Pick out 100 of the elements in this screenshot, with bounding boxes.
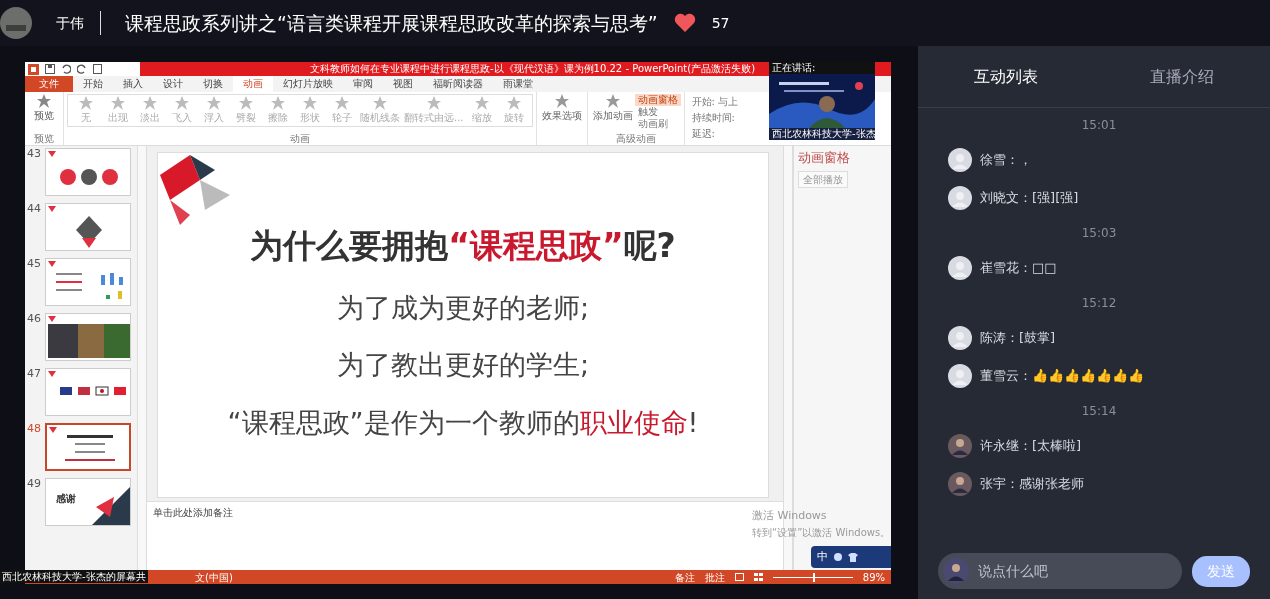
chat-message: 张宇：感谢张老师	[980, 475, 1084, 494]
star-icon	[207, 96, 221, 110]
chat-message: 刘晓文：[强][强]	[980, 189, 1079, 208]
chat-message: 许永继：[太棒啦]	[980, 437, 1082, 456]
timestamp: 15:01	[1080, 117, 1118, 134]
timestamp: 15:14	[1080, 403, 1118, 420]
group-label: 预览	[33, 133, 55, 145]
slide-text: “课程思政”是作为一个教师的职业使命!	[227, 405, 699, 440]
input-method-bar[interactable]: 中	[811, 546, 891, 568]
notes-button[interactable]: 备注	[674, 569, 695, 584]
speaker-name: 西北农林科技大学-张杰	[769, 128, 875, 140]
ribbon-button[interactable]: 动画窗格	[634, 94, 681, 106]
slide-number: 45	[26, 258, 41, 272]
star-icon	[37, 94, 51, 108]
undo-icon[interactable]	[61, 64, 71, 74]
activation-hint: 转到“设置”以激活 Windows。	[752, 525, 891, 540]
animation-option[interactable]: 劈裂	[230, 96, 262, 125]
scrollbar[interactable]	[137, 146, 147, 570]
grid-icon[interactable]	[753, 573, 763, 581]
group-label: 动画	[288, 133, 311, 145]
triangle-drawing	[92, 487, 130, 525]
notes-placeholder[interactable]: 单击此处添加备注	[153, 507, 233, 518]
timing-option[interactable]: 开始: 与上	[688, 96, 742, 108]
play-all-button[interactable]: 全部播放	[798, 170, 848, 188]
like-count: 57	[711, 13, 730, 33]
ribbon-tab[interactable]: 雨课堂	[493, 76, 543, 92]
timing-option[interactable]: 延迟:	[688, 128, 742, 140]
comments-button[interactable]: 批注	[704, 569, 725, 584]
tab[interactable]: 直播介绍	[1094, 46, 1270, 107]
timing-option[interactable]: 持续时间:	[688, 112, 742, 124]
ribbon-tab[interactable]: 视图	[383, 76, 423, 92]
star-icon	[474, 96, 489, 110]
star-icon	[239, 96, 253, 110]
avatar-icon	[943, 558, 969, 584]
slide-text: 为了教出更好的学生;	[336, 348, 590, 382]
ribbon-tab[interactable]: 插入	[113, 76, 153, 92]
effect-options-button[interactable]: 效果选项	[539, 94, 584, 123]
save-icon[interactable]	[45, 64, 55, 74]
star-icon	[175, 96, 189, 110]
timestamp: 15:12	[1080, 295, 1118, 312]
star-icon	[271, 96, 285, 110]
ribbon-button[interactable]: 动画刷	[634, 118, 681, 130]
slide-text: 为了成为更好的老师;	[336, 290, 590, 325]
slide-title: 感谢	[56, 492, 76, 506]
file-menu[interactable]: 文件	[25, 76, 73, 92]
star-icon	[303, 96, 317, 110]
ribbon-tab[interactable]: 福昕阅读器	[423, 76, 493, 92]
animation-option[interactable]: 浮入	[198, 96, 230, 125]
speaker-label: 正在讲话:	[771, 62, 817, 74]
slide-thumbnail[interactable]	[45, 423, 131, 471]
animation-option[interactable]: 旋转	[497, 96, 530, 125]
powerpoint-icon[interactable]	[28, 63, 39, 75]
slide-number: 44	[26, 203, 41, 217]
animation-option[interactable]: 缩放	[465, 96, 498, 125]
chat-message: 陈涛：[鼓掌]	[980, 329, 1056, 348]
star-icon	[554, 94, 569, 108]
heart-icon[interactable]	[673, 13, 696, 33]
add-animation-button[interactable]: 添加动画	[590, 94, 635, 130]
slide-number: 48	[26, 423, 41, 437]
message-field[interactable]: 说点什么吧	[938, 553, 1182, 589]
ribbon-tab[interactable]: 审阅	[343, 76, 383, 92]
star-icon	[79, 96, 93, 110]
star-icon	[143, 96, 157, 110]
ribbon-tab[interactable]: 开始	[73, 76, 113, 92]
chat-message: 董雪云：👍👍👍👍👍👍👍	[980, 367, 1144, 386]
ime-mode: 中	[817, 548, 828, 565]
stream-title: 课程思政系列讲之“语言类课程开展课程思政改革的探索与思考”	[125, 10, 658, 36]
chat-message: 徐雪：，	[980, 151, 1032, 170]
slide-heading: 为什么要拥抱“课程思政”呢?	[250, 225, 676, 267]
language-status: 文(中国)	[195, 570, 233, 584]
slide-number: 49	[26, 478, 41, 492]
chat-message: 崔雪花：□□	[980, 259, 1057, 278]
view-icon[interactable]	[734, 573, 744, 581]
slide-number: 47	[26, 368, 41, 382]
slide-number: 46	[26, 313, 41, 327]
dot-icon	[834, 553, 842, 561]
animation-option[interactable]: 擦除	[262, 96, 294, 125]
slide-thumbnail[interactable]: 感谢	[45, 478, 131, 526]
redo-icon[interactable]	[77, 64, 87, 74]
star-icon	[506, 96, 521, 110]
ribbon-tab[interactable]: 幻灯片放映	[273, 76, 343, 92]
pane-title: 动画窗格	[798, 149, 851, 167]
star-icon	[111, 96, 125, 110]
document-icon[interactable]	[93, 64, 102, 74]
timestamp: 15:03	[1080, 225, 1118, 242]
tab[interactable]: 互动列表	[918, 46, 1094, 107]
slide-number: 43	[26, 148, 41, 162]
preview-button[interactable]: 预览	[28, 94, 60, 123]
ribbon-tab[interactable]: 切换	[193, 76, 233, 92]
star-icon	[335, 96, 349, 110]
ribbon-button[interactable]: 触发	[634, 106, 681, 118]
host-name: 于伟	[56, 13, 84, 33]
ribbon-tab[interactable]: 动画	[233, 76, 273, 92]
star-icon	[373, 96, 387, 110]
ribbon-tab[interactable]: 设计	[153, 76, 193, 92]
screen-share-label: 西北农林科技大学-张杰的屏幕共	[0, 570, 148, 583]
slider-thumb[interactable]	[812, 572, 815, 582]
avatar-icon	[0, 7, 32, 39]
star-icon	[426, 96, 441, 110]
star-icon	[605, 94, 620, 108]
